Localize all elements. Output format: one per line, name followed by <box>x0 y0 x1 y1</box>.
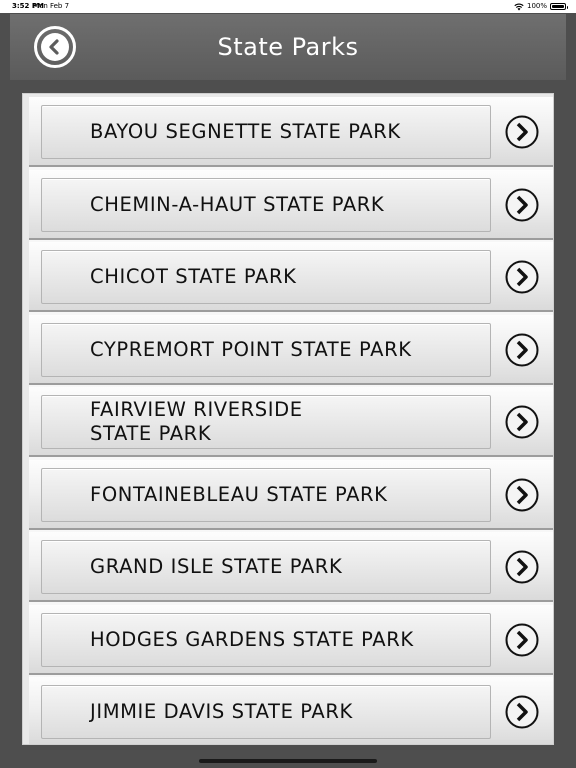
park-row[interactable]: CYPREMORT POINT STATE PARK <box>29 314 553 385</box>
park-name: FAIRVIEW RIVERSIDE STATE PARK <box>90 398 303 445</box>
park-row[interactable]: FONTAINEBLEAU STATE PARK <box>29 459 553 530</box>
status-bar: 3:52 PM Mon Feb 7 100% <box>0 0 576 13</box>
park-name: JIMMIE DAVIS STATE PARK <box>90 700 353 723</box>
park-row[interactable]: CHEMIN-A-HAUT STATE PARK <box>29 169 553 240</box>
park-row[interactable]: FAIRVIEW RIVERSIDE STATE PARK <box>29 387 553 457</box>
wifi-icon <box>514 3 524 10</box>
battery-percent: 100% <box>526 2 547 10</box>
park-label-box[interactable]: GRAND ISLE STATE PARK <box>41 540 491 594</box>
park-label-box[interactable]: FAIRVIEW RIVERSIDE STATE PARK <box>41 395 491 449</box>
chevron-right-circle-icon[interactable] <box>505 115 539 149</box>
park-label-box[interactable]: FONTAINEBLEAU STATE PARK <box>41 467 491 522</box>
park-label-box[interactable]: HODGES GARDENS STATE PARK <box>41 612 491 667</box>
park-name: GRAND ISLE STATE PARK <box>90 555 343 578</box>
status-right: 100% <box>514 0 568 13</box>
home-indicator[interactable] <box>199 759 377 763</box>
chevron-right-circle-icon[interactable] <box>505 478 539 512</box>
park-label-box[interactable]: CHEMIN-A-HAUT STATE PARK <box>41 177 491 232</box>
park-name: CHEMIN-A-HAUT STATE PARK <box>90 192 385 216</box>
park-list-frame: BAYOU SEGNETTE STATE PARK CHEMIN-A-HAUT … <box>22 93 554 745</box>
chevron-right-circle-icon[interactable] <box>505 333 539 367</box>
park-name: BAYOU SEGNETTE STATE PARK <box>90 120 401 143</box>
bottom-band <box>0 748 576 768</box>
park-name: CYPREMORT POINT STATE PARK <box>90 337 412 361</box>
chevron-right-circle-icon[interactable] <box>505 405 539 439</box>
park-name: FONTAINEBLEAU STATE PARK <box>90 482 388 506</box>
park-row[interactable]: GRAND ISLE STATE PARK <box>29 532 553 602</box>
chevron-right-circle-icon[interactable] <box>505 550 539 584</box>
navigation-bar: State Parks <box>10 14 566 80</box>
battery-icon <box>550 3 568 10</box>
park-row[interactable]: BAYOU SEGNETTE STATE PARK <box>29 97 553 167</box>
park-row[interactable]: JIMMIE DAVIS STATE PARK <box>29 677 553 744</box>
park-name: HODGES GARDENS STATE PARK <box>90 627 414 651</box>
page-title: State Parks <box>217 33 359 61</box>
chevron-right-circle-icon[interactable] <box>505 695 539 729</box>
park-name: CHICOT STATE PARK <box>90 265 297 288</box>
park-label-box[interactable]: CHICOT STATE PARK <box>41 250 491 304</box>
chevron-right-circle-icon[interactable] <box>505 623 539 657</box>
park-row[interactable]: HODGES GARDENS STATE PARK <box>29 604 553 675</box>
park-row[interactable]: CHICOT STATE PARK <box>29 242 553 312</box>
park-label-box[interactable]: CYPREMORT POINT STATE PARK <box>41 322 491 377</box>
park-label-box[interactable]: JIMMIE DAVIS STATE PARK <box>41 685 491 739</box>
chevron-right-circle-icon[interactable] <box>505 188 539 222</box>
chevron-right-circle-icon[interactable] <box>505 260 539 294</box>
park-list[interactable]: BAYOU SEGNETTE STATE PARK CHEMIN-A-HAUT … <box>29 97 553 744</box>
status-date: Mon Feb 7 <box>33 2 70 10</box>
park-label-box[interactable]: BAYOU SEGNETTE STATE PARK <box>41 105 491 159</box>
